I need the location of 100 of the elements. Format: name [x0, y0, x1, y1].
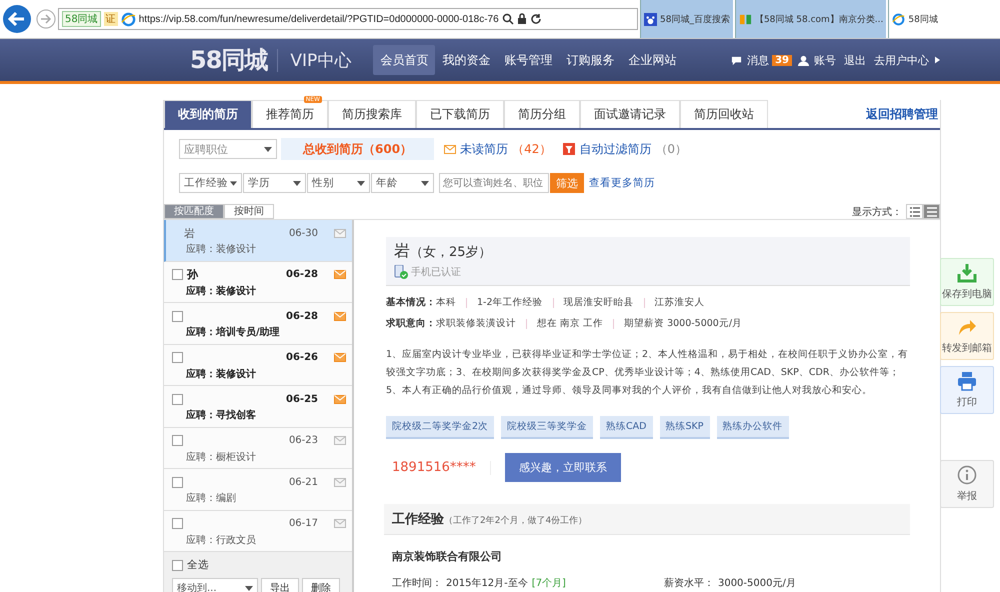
skill-tag: 熟练办公软件 [716, 416, 788, 439]
download-icon [957, 263, 977, 283]
message-count-badge: 39 [772, 54, 792, 66]
more-resumes-link[interactable]: 查看更多简历 [589, 176, 655, 190]
filtered-count: （0） [655, 140, 687, 158]
tab[interactable]: 简历搜索库 [328, 100, 416, 128]
unread-envelope-icon [334, 394, 346, 404]
side-action-button[interactable]: 打印 [940, 366, 994, 414]
checkbox[interactable] [172, 394, 183, 404]
nav-link[interactable]: 企业网站 [621, 45, 684, 75]
position-text: 应聘：行政文员 [185, 534, 257, 546]
skill-tag: 熟练CAD [600, 416, 652, 439]
date-text: 06-28 [286, 310, 318, 322]
tab[interactable]: 收到的简历 [164, 100, 252, 128]
side-action-button[interactable]: 保存到电脑 [940, 258, 994, 306]
lock-icon [516, 13, 527, 25]
select-all-checkbox[interactable]: 全选 [172, 558, 346, 572]
search-field[interactable]: 您可以查询姓名、职位 [439, 173, 549, 193]
checkbox[interactable] [172, 518, 183, 529]
contact-button[interactable]: 感兴趣，立即联系 [504, 453, 621, 482]
caret-icon [230, 180, 237, 186]
info-value: 江苏淮安人 [654, 296, 705, 309]
position-text: 应聘：装修设计 [185, 367, 257, 380]
checkbox[interactable] [172, 269, 183, 280]
info-value: 求职装修装潢设计 [436, 317, 516, 330]
side-action-button[interactable]: 转发到邮箱 [940, 312, 994, 360]
position-text: 应聘：橱柜设计 [185, 450, 257, 464]
display-mode-label: 显示方式： [852, 206, 902, 218]
info-value: 现居淮安盱眙县 [564, 296, 634, 309]
resume-list-item[interactable]: 06-23 应聘：橱柜设计 [164, 428, 352, 469]
nav-link[interactable]: 订购服务 [559, 45, 622, 75]
logout-link[interactable]: 退出 [844, 52, 866, 68]
forward-arrow-icon [957, 317, 977, 337]
phone-verified-text: 手机已认证 [411, 266, 461, 279]
tab[interactable]: 简历分组 [504, 100, 580, 128]
auto-filtered-link[interactable]: 自动过滤简历 [579, 140, 652, 158]
vip-center-title: VIP中心 [277, 48, 352, 72]
resume-list-item[interactable]: 06-25 应聘：寻找创客 [164, 386, 352, 428]
checkbox[interactable] [172, 435, 183, 446]
sort-tab[interactable]: 按时间 [224, 204, 274, 219]
list-view-button[interactable] [906, 204, 923, 219]
checkbox[interactable] [172, 476, 183, 488]
unread-envelope-icon [334, 270, 346, 279]
back-to-recruitment-link[interactable]: 返回招聘管理 [866, 106, 938, 122]
resume-list-item[interactable]: 岩 06-30 应聘：装修设计 [164, 220, 352, 262]
filter-icon [563, 143, 576, 155]
skill-tag: 熟练SKP [660, 416, 710, 439]
side-action-button[interactable]: 举报 [940, 460, 994, 508]
field-label: 工作时间： [392, 576, 442, 590]
resume-list-item[interactable]: 06-21 应聘：编剧 [164, 469, 352, 510]
filter-dropdown[interactable]: 性别 [307, 173, 370, 193]
nav-link[interactable]: 账号管理 [497, 45, 560, 75]
tab[interactable]: 已下载简历 [416, 100, 504, 128]
forward-button[interactable] [36, 9, 56, 29]
date-text: 06-28 [286, 269, 318, 280]
checkbox[interactable] [172, 310, 183, 322]
messages-link[interactable]: 消息 [747, 52, 770, 68]
browser-logo-icon [120, 12, 136, 26]
account-link[interactable]: 账号 [814, 52, 836, 68]
phone-number: 1891516**** [391, 460, 476, 475]
filter-dropdown[interactable]: 工作经验 [179, 173, 242, 193]
read-envelope-icon [334, 436, 346, 445]
resume-list-item[interactable]: 06-26 应聘：装修设计 [164, 344, 352, 386]
unread-count: （42） [512, 140, 552, 158]
verified-phone-icon [394, 265, 408, 279]
checkbox[interactable] [172, 352, 183, 363]
company-name: 南京装饰联合有限公司 [392, 549, 503, 564]
nav-link[interactable]: 会员首页 [373, 45, 436, 75]
caret-icon [293, 180, 301, 186]
back-button[interactable] [2, 4, 32, 34]
user-center-link[interactable]: 去用户中心 [874, 52, 929, 68]
unread-resumes-link[interactable]: 未读简历 [460, 140, 508, 158]
field-label: 薪资水平： [664, 576, 714, 590]
nav-link[interactable]: 我的资金 [435, 45, 498, 75]
tab[interactable]: 面试邀请记录 [580, 100, 680, 128]
envelope-icon [444, 144, 456, 154]
filter-dropdown[interactable]: 学历 [243, 173, 306, 193]
resume-list-item[interactable]: 孙 06-28 应聘：装修设计 [164, 262, 352, 303]
address-bar[interactable]: 58同城 证 https://vip.58.com/fun/newresume/deliverdetail/?PGTID=0d000000-0000-018c-76 [58, 8, 638, 30]
resume-list-item[interactable]: 06-28 应聘：培训专员/助理 [164, 303, 352, 344]
colored-logo-icon [738, 12, 752, 26]
detail-view-button[interactable] [923, 204, 940, 219]
tab[interactable]: 简历回收站 [680, 100, 768, 128]
search-icon[interactable] [502, 13, 514, 25]
site-logo[interactable]: 58同城 [190, 44, 268, 76]
browser-tab[interactable]: 【58同城 58.com】南京分类... [734, 0, 886, 38]
read-envelope-icon [334, 519, 346, 528]
user-icon [798, 54, 809, 66]
refresh-icon[interactable] [530, 13, 542, 25]
candidate-name: 岩 [394, 241, 410, 260]
tab[interactable]: 推荐简历 [252, 100, 328, 128]
unread-envelope-icon [334, 353, 346, 362]
position-dropdown[interactable]: 应聘职位 [179, 139, 277, 159]
browser-tab[interactable]: 58同城_百度搜索 [640, 0, 733, 38]
certificate-badge: 证 [104, 12, 118, 26]
filter-dropdown[interactable]: 年龄 [371, 173, 434, 193]
read-envelope-icon [334, 478, 346, 486]
caret-icon [421, 180, 429, 186]
browser-logo-icon [892, 12, 906, 26]
gender-age-text: （女，25岁） [410, 245, 492, 260]
